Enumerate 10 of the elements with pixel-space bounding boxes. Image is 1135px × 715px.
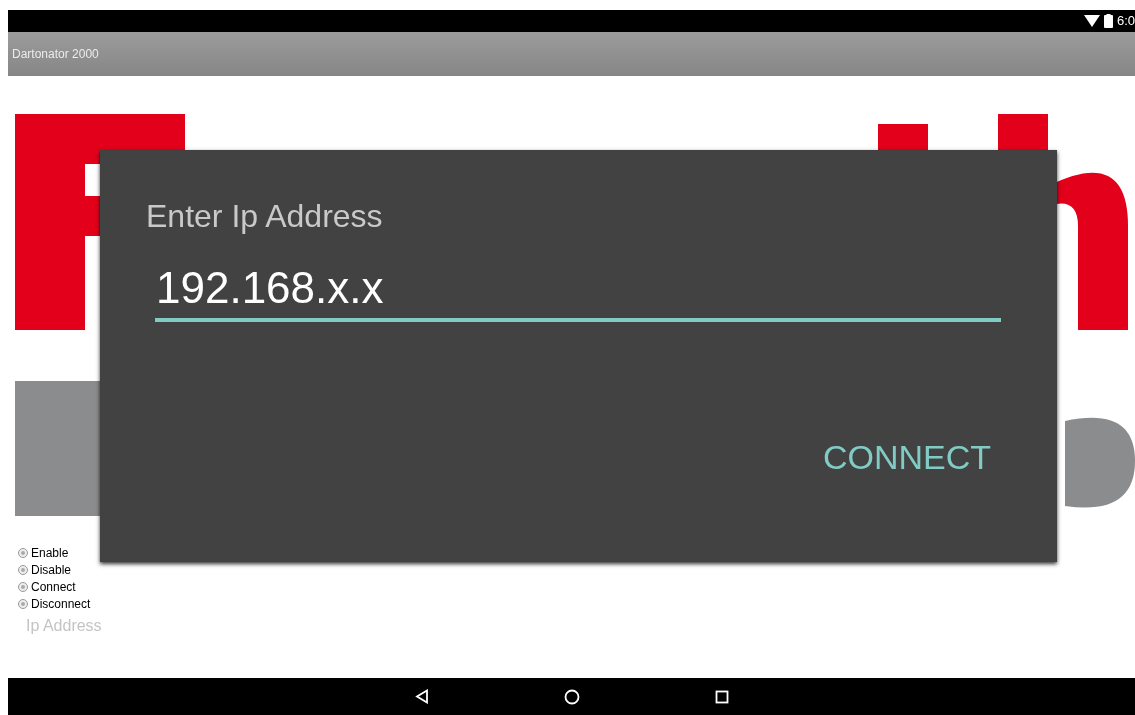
radio-label: Disconnect [31, 595, 91, 613]
app-title: Dartonator 2000 [12, 46, 99, 63]
ip-input-field[interactable]: 192.168.x.x [155, 266, 1001, 322]
connect-button[interactable]: CONNECT [822, 440, 991, 474]
clock: 6:0 [1116, 12, 1135, 31]
radio-label: Connect [31, 578, 76, 596]
dialog-title: Enter Ip Address [146, 200, 384, 232]
radio-label: Disable [31, 561, 72, 579]
ip-address-field[interactable]: Ip Address [26, 614, 176, 638]
radio-label: Enable [31, 544, 69, 562]
